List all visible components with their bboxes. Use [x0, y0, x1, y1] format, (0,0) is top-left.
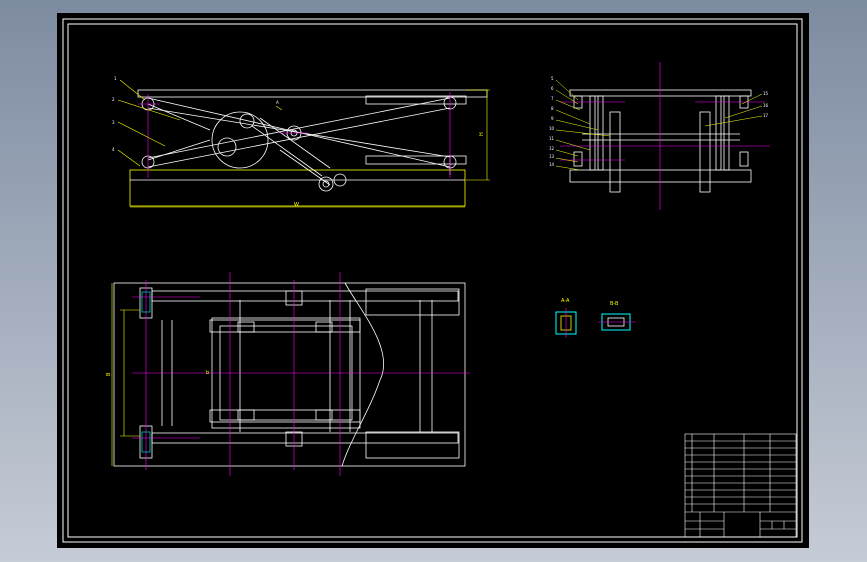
side-callout-17: 17: [763, 113, 769, 118]
dim-center-text: A: [276, 100, 279, 105]
drawing-sheet: [57, 13, 809, 548]
dim-width-text: W: [294, 202, 299, 208]
detail-b-title: B-B: [610, 301, 619, 307]
plan-dim-outer-text: B: [106, 372, 112, 376]
side-callout-13: 13: [549, 154, 555, 159]
side-callout-15: 15: [763, 91, 769, 96]
dim-height-text: H: [479, 132, 485, 136]
side-callout-14: 14: [549, 162, 555, 167]
plan-dim-inner-text: b: [206, 370, 209, 376]
detail-a-title: A-A: [561, 298, 570, 304]
side-callout-11: 11: [549, 136, 555, 141]
side-callout-10: 10: [549, 126, 555, 131]
side-callout-16: 16: [763, 103, 769, 108]
cad-viewport[interactable]: 1 2 3 4 H W A 5 6 7 8 9 10 11 12 13 14 1…: [0, 0, 867, 562]
cad-drawing: 1 2 3 4 H W A 5 6 7 8 9 10 11 12 13 14 1…: [57, 13, 809, 548]
side-callout-12: 12: [549, 146, 555, 151]
